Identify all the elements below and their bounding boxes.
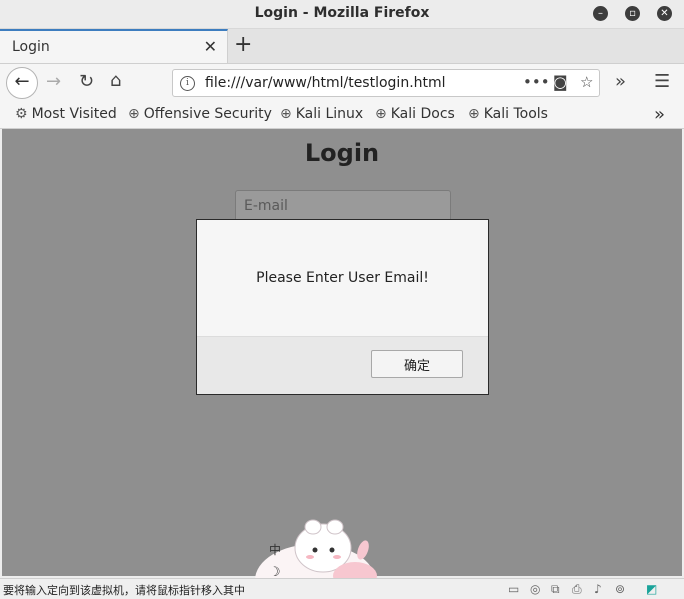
usb-icon[interactable]: ⊚ (615, 582, 625, 596)
bookmarks-overflow-icon[interactable]: » (654, 104, 665, 125)
bookmark-most-visited[interactable]: ⚙ Most Visited (15, 106, 117, 122)
alert-dialog: Please Enter User Email! 确定 (196, 219, 489, 395)
vm-statusbar: 要将输入定向到该虚拟机，请将鼠标指针移入其中 ▭ ◎ ⧉ ⎙ ♪ ⊚ ◩ (0, 578, 684, 599)
email-input[interactable] (235, 190, 451, 222)
bookmark-star-icon[interactable]: ☆ (580, 73, 593, 91)
tab-strip: Login ✕ + (0, 29, 684, 64)
maximize-button[interactable]: ▫ (625, 6, 640, 21)
forward-button[interactable]: → (46, 71, 61, 92)
globe-icon: ⊕ (468, 106, 480, 122)
bookmark-kali-tools[interactable]: ⊕ Kali Tools (468, 106, 548, 122)
status-text: 要将输入定向到该虚拟机，请将鼠标指针移入其中 (3, 584, 245, 597)
ok-button[interactable]: 确定 (371, 350, 463, 378)
page-info-icon[interactable]: i (180, 76, 195, 91)
back-button[interactable]: ← (6, 67, 38, 99)
page-title: Login (304, 139, 380, 167)
dialog-footer: 确定 (197, 336, 488, 394)
bookmark-label: Most Visited (31, 106, 117, 122)
window-title: Login - Mozilla Firefox (254, 5, 430, 21)
hdd-icon[interactable]: ▭ (508, 582, 519, 596)
bookmark-label: Kali Docs (390, 106, 455, 122)
home-button[interactable]: ⌂ (110, 70, 121, 91)
close-window-button[interactable]: ✕ (657, 6, 672, 21)
cdrom-icon[interactable]: ◎ (530, 582, 540, 596)
globe-icon: ⊕ (128, 106, 140, 122)
bookmark-label: Offensive Security (143, 106, 272, 122)
bookmark-kali-docs[interactable]: ⊕ Kali Docs (375, 106, 455, 122)
bookmarks-toolbar: ⚙ Most Visited ⊕ Offensive Security ⊕ Kali … (0, 102, 684, 129)
vm-screen-icon[interactable]: ◩ (646, 582, 657, 596)
globe-icon: ⊕ (375, 106, 387, 122)
overflow-chevron-icon[interactable]: » (615, 71, 626, 92)
ime-language-label: 中 (269, 542, 281, 557)
tab-login[interactable]: Login ✕ (0, 29, 228, 63)
globe-icon: ⊕ (280, 106, 292, 122)
pocket-icon[interactable]: ◙ (553, 73, 568, 91)
close-tab-icon[interactable]: ✕ (204, 37, 217, 56)
sound-icon[interactable]: ♪ (594, 582, 602, 596)
reload-button[interactable]: ↻ (79, 71, 94, 92)
bookmark-kali-linux[interactable]: ⊕ Kali Linux (280, 106, 363, 122)
alert-message: Please Enter User Email! (256, 270, 429, 286)
bookmark-label: Kali Tools (483, 106, 548, 122)
new-tab-button[interactable]: + (234, 32, 252, 57)
network-icon[interactable]: ⧉ (551, 582, 560, 597)
bookmark-label: Kali Linux (295, 106, 364, 122)
page-actions-icon[interactable]: ••• (523, 73, 550, 91)
bookmark-offensive-security[interactable]: ⊕ Offensive Security (128, 106, 272, 122)
url-text: file:///var/www/html/testlogin.html (205, 75, 446, 91)
address-bar[interactable]: i file:///var/www/html/testlogin.html ••… (172, 69, 600, 97)
minimize-button[interactable]: – (593, 6, 608, 21)
window-titlebar: Login - Mozilla Firefox – ▫ ✕ (0, 0, 684, 29)
gear-icon: ⚙ (15, 106, 28, 122)
navigation-toolbar: ← → ↻ ⌂ i file:///var/www/html/testlogin… (0, 64, 684, 102)
printer-icon[interactable]: ⎙ (572, 582, 582, 597)
tab-label: Login (12, 39, 50, 55)
hamburger-menu-icon[interactable]: ☰ (654, 71, 670, 92)
